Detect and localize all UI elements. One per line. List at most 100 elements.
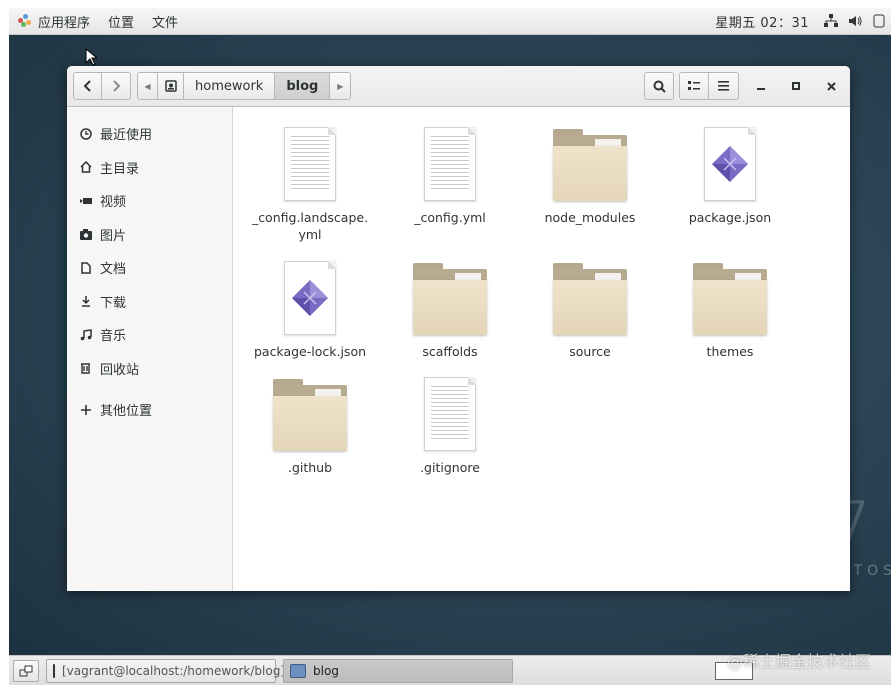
home-icon	[79, 161, 92, 174]
json-file-icon	[704, 127, 756, 201]
view-mode-button[interactable]	[679, 72, 709, 100]
document-icon	[79, 261, 92, 274]
show-desktop-button[interactable]	[13, 659, 39, 682]
maximize-button[interactable]	[783, 72, 809, 100]
file-grid: _config.landscape.yml _config.yml node_m…	[233, 107, 850, 591]
view-controls	[679, 72, 739, 100]
breadcrumb-homework[interactable]: homework	[184, 72, 276, 100]
folder-icon	[553, 263, 627, 335]
json-file-icon	[284, 261, 336, 335]
task-label: blog	[313, 663, 339, 678]
folder-item[interactable]: source	[520, 257, 660, 360]
file-name: node_modules	[544, 210, 636, 225]
file-item[interactable]: package-lock.json	[240, 257, 380, 360]
folder-icon	[413, 263, 487, 335]
search-icon	[653, 80, 666, 93]
trash-icon	[79, 362, 92, 375]
sidebar-item-trash[interactable]: 回收站	[67, 352, 232, 386]
chevron-right-icon	[113, 80, 120, 92]
text-file-icon	[424, 377, 476, 451]
plus-icon	[79, 403, 92, 416]
maximize-icon	[792, 82, 800, 90]
sidebar-item-downloads[interactable]: 下载	[67, 285, 232, 319]
camera-icon	[79, 228, 92, 241]
minimize-button[interactable]	[748, 72, 774, 100]
applications-icon	[18, 14, 32, 28]
file-name: .gitignore	[420, 460, 480, 475]
clock[interactable]: 星期五 02：31	[705, 12, 819, 31]
sidebar-item-label: 下载	[100, 295, 127, 311]
power-icon[interactable]	[870, 12, 888, 30]
file-menu[interactable]: 文件	[143, 8, 187, 34]
forward-button[interactable]	[102, 72, 131, 100]
file-name: _config.landscape.yml	[251, 210, 369, 242]
top-panel: 应用程序 位置 文件 星期五 02：31	[9, 8, 891, 35]
sidebar-item-label: 其他位置	[100, 404, 153, 420]
file-name: package.json	[688, 210, 772, 225]
breadcrumb-blog[interactable]: blog	[275, 72, 331, 100]
path-root-button[interactable]	[158, 72, 184, 100]
sidebar-item-label: 图片	[100, 228, 127, 244]
sidebar-item-other-locations[interactable]: 其他位置	[67, 393, 232, 427]
download-icon	[79, 295, 92, 308]
task-label: [vagrant@localhost:/homework/blog]	[62, 663, 285, 678]
taskbar-files[interactable]: blog	[283, 658, 513, 683]
sidebar-item-label: 最近使用	[100, 128, 153, 144]
text-file-icon	[424, 127, 476, 201]
sidebar-item-home[interactable]: 主目录	[67, 151, 232, 185]
file-name: themes	[706, 344, 754, 359]
close-button[interactable]	[818, 72, 844, 100]
file-item[interactable]: package.json	[660, 123, 800, 226]
folder-item[interactable]: node_modules	[520, 123, 660, 226]
folder-item[interactable]: themes	[660, 257, 800, 360]
terminal-icon	[53, 663, 55, 678]
list-view-icon	[688, 81, 700, 90]
taskbar-terminal[interactable]: [vagrant@localhost:/homework/blog]	[46, 658, 285, 683]
music-icon	[79, 328, 92, 341]
navigation-buttons	[73, 72, 131, 100]
show-desktop-icon	[19, 665, 33, 676]
folder-item[interactable]: scaffolds	[380, 257, 520, 360]
header-bar: ◀ homework blog ▶	[67, 66, 850, 107]
applications-menu[interactable]: 应用程序	[9, 8, 99, 34]
sidebar-item-videos[interactable]: 视频	[67, 184, 232, 218]
sidebar-item-documents[interactable]: 文档	[67, 251, 232, 285]
file-item[interactable]: _config.landscape.yml	[240, 123, 380, 243]
sidebar: 最近使用 主目录 视频 图片 文档 下载 音乐 回收站 其他位置	[67, 107, 233, 591]
sidebar-item-recent[interactable]: 最近使用	[67, 117, 232, 151]
text-file-icon	[284, 127, 336, 201]
sidebar-item-label: 音乐	[100, 329, 127, 345]
mouse-cursor-icon	[85, 48, 97, 66]
watermark: @稀土掘金技术社区	[726, 652, 871, 671]
folder-item[interactable]: .github	[240, 373, 380, 476]
path-scroll-left-button[interactable]: ◀	[137, 72, 158, 100]
network-icon[interactable]	[822, 12, 840, 30]
sidebar-item-label: 视频	[100, 195, 127, 211]
file-name: package-lock.json	[253, 344, 367, 359]
file-name: source	[569, 344, 611, 359]
sidebar-item-pictures[interactable]: 图片	[67, 218, 232, 252]
os-logo-text: TOS	[853, 563, 891, 579]
view-menu-button[interactable]	[709, 72, 739, 100]
close-icon	[826, 81, 836, 91]
applications-label: 应用程序	[38, 15, 91, 31]
file-item[interactable]: _config.yml	[380, 123, 520, 226]
minimize-icon	[757, 88, 765, 90]
breadcrumb: ◀ homework blog ▶	[137, 72, 352, 100]
folder-icon	[693, 263, 767, 335]
file-item[interactable]: .gitignore	[380, 373, 520, 476]
drive-icon	[164, 80, 177, 92]
path-scroll-right-button[interactable]: ▶	[330, 72, 352, 100]
back-button[interactable]	[73, 72, 102, 100]
file-name: .github	[287, 460, 333, 475]
volume-icon[interactable]	[846, 12, 864, 30]
chevron-left-icon	[83, 80, 91, 92]
file-manager-window: ◀ homework blog ▶ 最近使用 主目录 视频 图片 文档 下载 音…	[67, 66, 850, 591]
folder-icon	[553, 129, 627, 201]
sidebar-item-label: 主目录	[100, 161, 140, 177]
search-button[interactable]	[644, 72, 674, 100]
places-menu[interactable]: 位置	[99, 8, 143, 34]
file-name: _config.yml	[414, 210, 486, 225]
sidebar-item-music[interactable]: 音乐	[67, 318, 232, 352]
sidebar-item-label: 回收站	[100, 362, 140, 378]
